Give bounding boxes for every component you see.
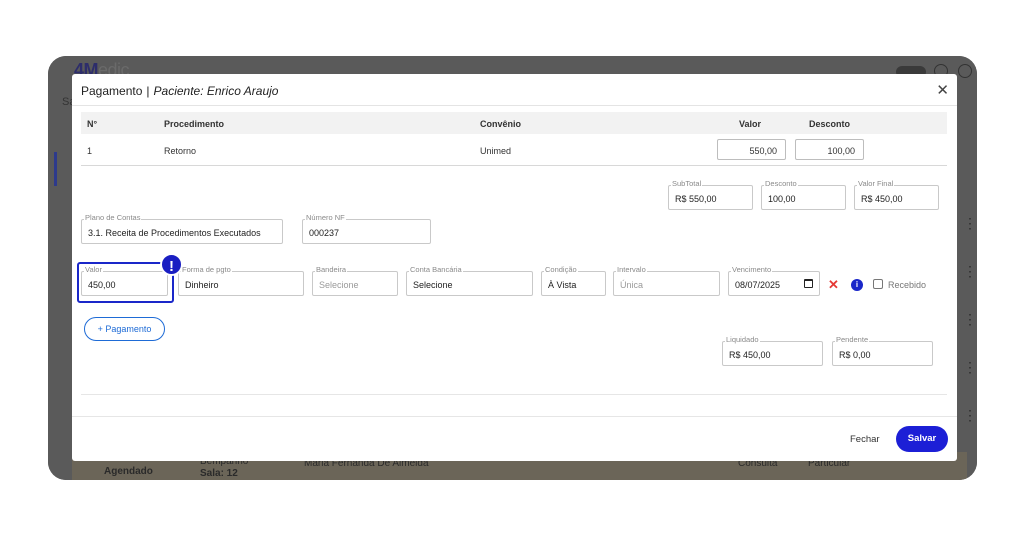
liquidado-field: Liquidado R$ 450,00 [722, 335, 823, 366]
vencimento-date-input[interactable]: Vencimento 08/07/2025 [728, 265, 820, 296]
footer-divider [72, 416, 957, 417]
row-procedimento: Retorno [164, 146, 197, 156]
valor-final-field: Valor Final R$ 450,00 [854, 179, 939, 210]
valor-highlight-box [77, 262, 174, 303]
header-convenio: Convênio [480, 119, 522, 129]
numero-nf-input[interactable]: Número NF 000237 [302, 213, 431, 244]
calendar-icon[interactable] [804, 279, 813, 288]
intervalo-select[interactable]: Intervalo Única [613, 265, 720, 296]
bandeira-select[interactable]: Bandeira Selecione [312, 265, 398, 296]
subtotal-field: SubTotal R$ 550,00 [668, 179, 753, 210]
background-kebab-icon: ⋮ [963, 360, 977, 374]
condicao-select[interactable]: Condição À Vista [541, 265, 606, 296]
header-valor: Valor [739, 119, 762, 129]
background-kebab-icon: ⋮ [963, 264, 977, 278]
procedures-table-header: N° Procedimento Convênio Valor Desconto [81, 112, 947, 134]
header-desconto: Desconto [809, 119, 851, 129]
modal-header: Pagamento | Paciente: Enrico Araujo ✕ [72, 74, 957, 106]
info-icon[interactable]: i [851, 279, 863, 291]
recebido-checkbox[interactable] [873, 279, 883, 289]
forma-pgto-select[interactable]: Forma de pgto Dinheiro [178, 265, 304, 296]
header-num: N° [87, 119, 98, 129]
plano-de-contas-select[interactable]: Plano de Contas 3.1. Receita de Procedim… [81, 213, 283, 244]
row-desconto-input[interactable]: 100,00 [795, 139, 864, 160]
row-convenio: Unimed [480, 146, 512, 156]
close-button[interactable]: Fechar [850, 434, 880, 445]
background-kebab-icon: ⋮ [963, 216, 977, 230]
close-icon[interactable]: ✕ [936, 81, 949, 99]
background-kebab-icon: ⋮ [963, 408, 977, 422]
background-kebab-icon: ⋮ [963, 312, 977, 326]
table-row: 1 Retorno Unimed 550,00 100,00 [81, 135, 947, 166]
conta-bancaria-select[interactable]: Conta Bancária Selecione [406, 265, 533, 296]
alert-icon: ! [160, 253, 183, 276]
header-procedimento: Procedimento [164, 119, 225, 129]
section-divider [81, 394, 947, 395]
background-info-icon [958, 64, 972, 78]
remove-payment-icon[interactable]: ✕ [828, 277, 839, 293]
pendente-field: Pendente R$ 0,00 [832, 335, 933, 366]
payment-modal: Pagamento | Paciente: Enrico Araujo ✕ N° P… [72, 74, 957, 461]
modal-title: Pagamento | Paciente: Enrico Araujo [81, 84, 279, 98]
recebido-label: Recebido [888, 280, 927, 290]
save-button[interactable]: Salvar [896, 426, 948, 452]
row-valor-input[interactable]: 550,00 [717, 139, 786, 160]
add-payment-button[interactable]: + Pagamento [84, 317, 165, 341]
desconto-total-field[interactable]: Desconto 100,00 [761, 179, 846, 210]
background-nav-accent [54, 152, 57, 186]
row-num: 1 [87, 146, 93, 156]
